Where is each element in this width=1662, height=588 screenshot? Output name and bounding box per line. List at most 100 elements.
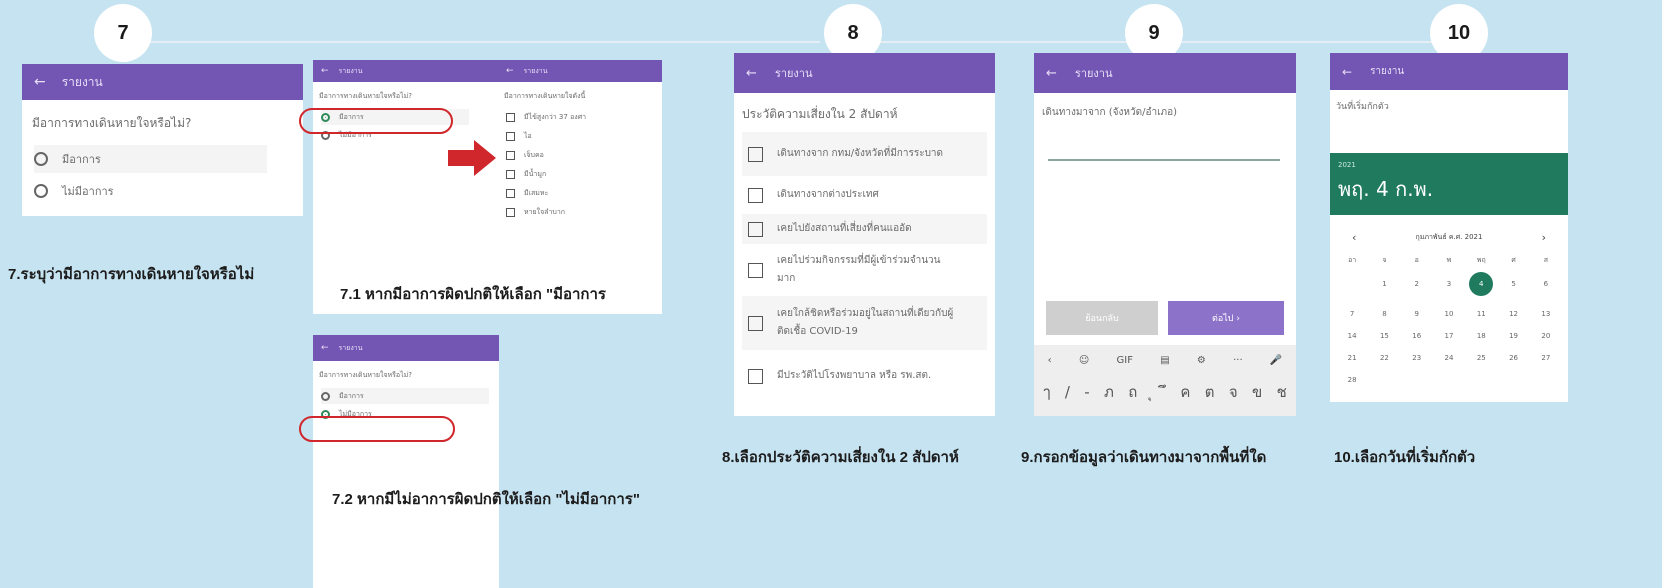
risk-option[interactable]: เดินทางจากต่างประเทศ: [742, 180, 987, 210]
calendar-day-selected[interactable]: 4: [1469, 272, 1494, 296]
checkbox[interactable]: [748, 368, 763, 384]
checkbox[interactable]: [748, 146, 763, 162]
keyboard-tool-icon[interactable]: ▤: [1160, 355, 1169, 366]
option-label: ไอ: [524, 132, 532, 140]
app-bar: ← รายงาน: [498, 60, 662, 82]
origin-input[interactable]: [1048, 149, 1280, 161]
option-has-symptoms[interactable]: มีอาการ: [321, 388, 489, 404]
step71-screen: ← รายงาน มีอาการทางเดินหายใจหรือไม่? มีอ…: [313, 60, 499, 314]
risk-option[interactable]: เคยไปร่วมกิจกรรมที่มีผู้เข้าร่วมจำนวนมาก: [742, 248, 987, 292]
risk-option[interactable]: มีประวัติไปโรงพยาบาล หรือ รพ.สต.: [742, 354, 987, 398]
risk-option[interactable]: เดินทางจาก กทม/จังหวัดที่มีการระบาด: [742, 132, 987, 176]
back-arrow-icon[interactable]: ←: [321, 66, 329, 76]
back-arrow-icon[interactable]: ←: [321, 343, 329, 353]
keyboard-key[interactable]: ภ: [1104, 380, 1114, 404]
calendar-day[interactable]: 28: [1336, 376, 1368, 384]
weekday-label: พ: [1446, 256, 1452, 264]
checkbox[interactable]: [506, 170, 515, 179]
calendar-day[interactable]: 7: [1336, 310, 1368, 318]
keyboard-key[interactable]: -: [1084, 383, 1089, 401]
symptom-option[interactable]: เจ็บคอ: [506, 146, 662, 165]
symptom-option[interactable]: มีน้ำมูก: [506, 165, 662, 184]
keyboard-key[interactable]: ข: [1252, 380, 1262, 404]
keyboard-tool-icon[interactable]: ☺: [1079, 355, 1089, 366]
option-no-symptoms[interactable]: ไม่มีอาการ: [34, 179, 303, 203]
calendar-day[interactable]: 21: [1336, 354, 1368, 362]
calendar-day[interactable]: 9: [1401, 310, 1433, 318]
risk-option[interactable]: เคยไปยังสถานที่เสี่ยงที่คนแออัด: [742, 214, 987, 244]
back-arrow-icon[interactable]: ←: [506, 66, 514, 76]
progress-line-left: [150, 41, 820, 43]
weekday-label: ศ: [1511, 256, 1516, 264]
keyboard-tool-icon[interactable]: 🎤: [1270, 355, 1282, 366]
radio-button[interactable]: [321, 391, 330, 401]
checkbox[interactable]: [506, 151, 515, 160]
keyboard-key[interactable]: ๅ: [1043, 380, 1050, 404]
calendar-day[interactable]: 15: [1368, 332, 1400, 340]
back-arrow-icon[interactable]: ←: [1046, 66, 1057, 81]
back-arrow-icon[interactable]: ←: [746, 66, 757, 81]
checkbox[interactable]: [506, 189, 515, 198]
highlight-box: [299, 416, 455, 442]
calendar-day[interactable]: 18: [1465, 332, 1497, 340]
calendar-day[interactable]: 17: [1433, 332, 1465, 340]
keyboard-key[interactable]: ถ: [1128, 380, 1137, 404]
keyboard-tool-icon[interactable]: ⚙: [1197, 355, 1206, 366]
option-has-symptoms[interactable]: มีอาการ: [34, 145, 267, 173]
back-arrow-icon[interactable]: ←: [34, 74, 46, 90]
next-button[interactable]: ต่อไป ›: [1168, 301, 1284, 335]
calendar-day[interactable]: 10: [1433, 310, 1465, 318]
app-bar: ← รายงาน: [1034, 53, 1296, 93]
option-label: มีประวัติไปโรงพยาบาล หรือ รพ.สต.: [777, 370, 932, 381]
calendar-day[interactable]: 26: [1497, 354, 1529, 362]
back-arrow-icon[interactable]: ←: [1342, 65, 1352, 79]
keyboard-tool-icon[interactable]: ‹: [1048, 355, 1052, 366]
symptom-option[interactable]: มีเสมหะ: [506, 184, 662, 203]
symptom-option[interactable]: มีไข้สูงกว่า 37 องศา: [506, 108, 662, 127]
calendar-date-display: พฤ. 4 ก.พ.: [1338, 177, 1434, 201]
calendar-day[interactable]: 8: [1368, 310, 1400, 318]
calendar-day[interactable]: 22: [1368, 354, 1400, 362]
checkbox[interactable]: [748, 315, 763, 331]
radio-button[interactable]: [34, 184, 48, 198]
risk-option[interactable]: เคยใกล้ชิดหรือร่วมอยู่ในสถานที่เดียวกับผ…: [742, 296, 987, 350]
next-month-icon[interactable]: ›: [1542, 231, 1546, 244]
calendar-day[interactable]: 19: [1497, 332, 1529, 340]
keyboard-key[interactable]: จ: [1229, 380, 1238, 404]
calendar-day[interactable]: 25: [1465, 354, 1497, 362]
option-label: มีอาการ: [62, 153, 101, 166]
prev-month-icon[interactable]: ‹: [1352, 231, 1356, 244]
calendar-day[interactable]: 23: [1401, 354, 1433, 362]
option-label: ไม่มีอาการ: [62, 185, 114, 198]
calendar-day[interactable]: 5: [1497, 280, 1529, 296]
keyboard-key[interactable]: /: [1065, 383, 1070, 401]
calendar-day[interactable]: 14: [1336, 332, 1368, 340]
calendar-day[interactable]: 12: [1497, 310, 1529, 318]
app-title: รายงาน: [338, 66, 363, 75]
calendar-day[interactable]: 3: [1433, 280, 1465, 296]
keyboard-key[interactable]: ช: [1277, 380, 1287, 404]
calendar-day[interactable]: 6: [1530, 280, 1562, 296]
keyboard-key[interactable]: ต: [1205, 380, 1215, 404]
checkbox[interactable]: [748, 262, 763, 278]
back-button[interactable]: ย้อนกลับ: [1046, 301, 1158, 335]
checkbox[interactable]: [506, 208, 515, 217]
checkbox[interactable]: [506, 113, 515, 122]
symptom-option[interactable]: ไอ: [506, 127, 662, 146]
symptom-option[interactable]: หายใจลำบาก: [506, 203, 662, 222]
calendar-day[interactable]: 13: [1530, 310, 1562, 318]
calendar-day[interactable]: 16: [1401, 332, 1433, 340]
calendar-day[interactable]: 11: [1465, 310, 1497, 318]
calendar-day[interactable]: 20: [1530, 332, 1562, 340]
calendar-day[interactable]: 24: [1433, 354, 1465, 362]
keyboard-tool-icon[interactable]: GIF: [1117, 355, 1133, 366]
calendar-day[interactable]: 27: [1530, 354, 1562, 362]
calendar-day[interactable]: 1: [1368, 280, 1400, 296]
checkbox[interactable]: [506, 132, 515, 141]
calendar-day[interactable]: 2: [1401, 280, 1433, 296]
checkbox[interactable]: [748, 221, 763, 237]
keyboard-key[interactable]: ค: [1180, 380, 1190, 404]
checkbox[interactable]: [748, 187, 763, 203]
keyboard-tool-icon[interactable]: ···: [1233, 355, 1243, 366]
radio-button[interactable]: [34, 152, 48, 166]
